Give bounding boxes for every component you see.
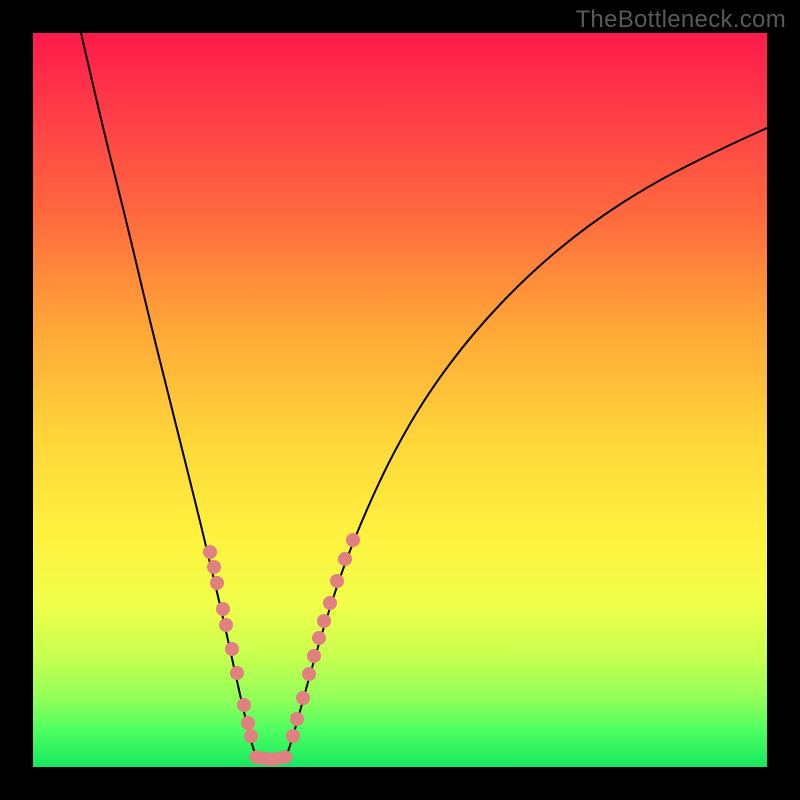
highlight-dot [286, 729, 300, 743]
highlight-dot [237, 698, 251, 712]
highlight-dot [290, 712, 304, 726]
highlight-dot [216, 602, 230, 616]
outer-frame: TheBottleneck.com [0, 0, 800, 800]
highlight-dot [244, 729, 258, 743]
highlight-dot [203, 545, 217, 559]
highlight-dot [330, 574, 344, 588]
highlight-dot [210, 576, 224, 590]
highlight-dot [346, 533, 360, 547]
highlight-dot [317, 614, 331, 628]
watermark-text: TheBottleneck.com [575, 6, 786, 34]
highlight-dot [296, 691, 310, 705]
curve-right-branch [286, 128, 767, 757]
highlight-dot [207, 560, 221, 574]
highlight-dot [312, 631, 326, 645]
chart-plot-area [33, 33, 767, 767]
highlight-dot [302, 667, 316, 681]
highlight-dot [225, 642, 239, 656]
highlight-dot [241, 716, 255, 730]
highlight-dot [323, 596, 337, 610]
highlight-dot [338, 552, 352, 566]
highlight-dot [219, 618, 233, 632]
highlight-dot [230, 666, 244, 680]
chart-svg [33, 33, 767, 767]
highlight-dot [307, 649, 321, 663]
curve-bottom-stub [256, 757, 286, 759]
